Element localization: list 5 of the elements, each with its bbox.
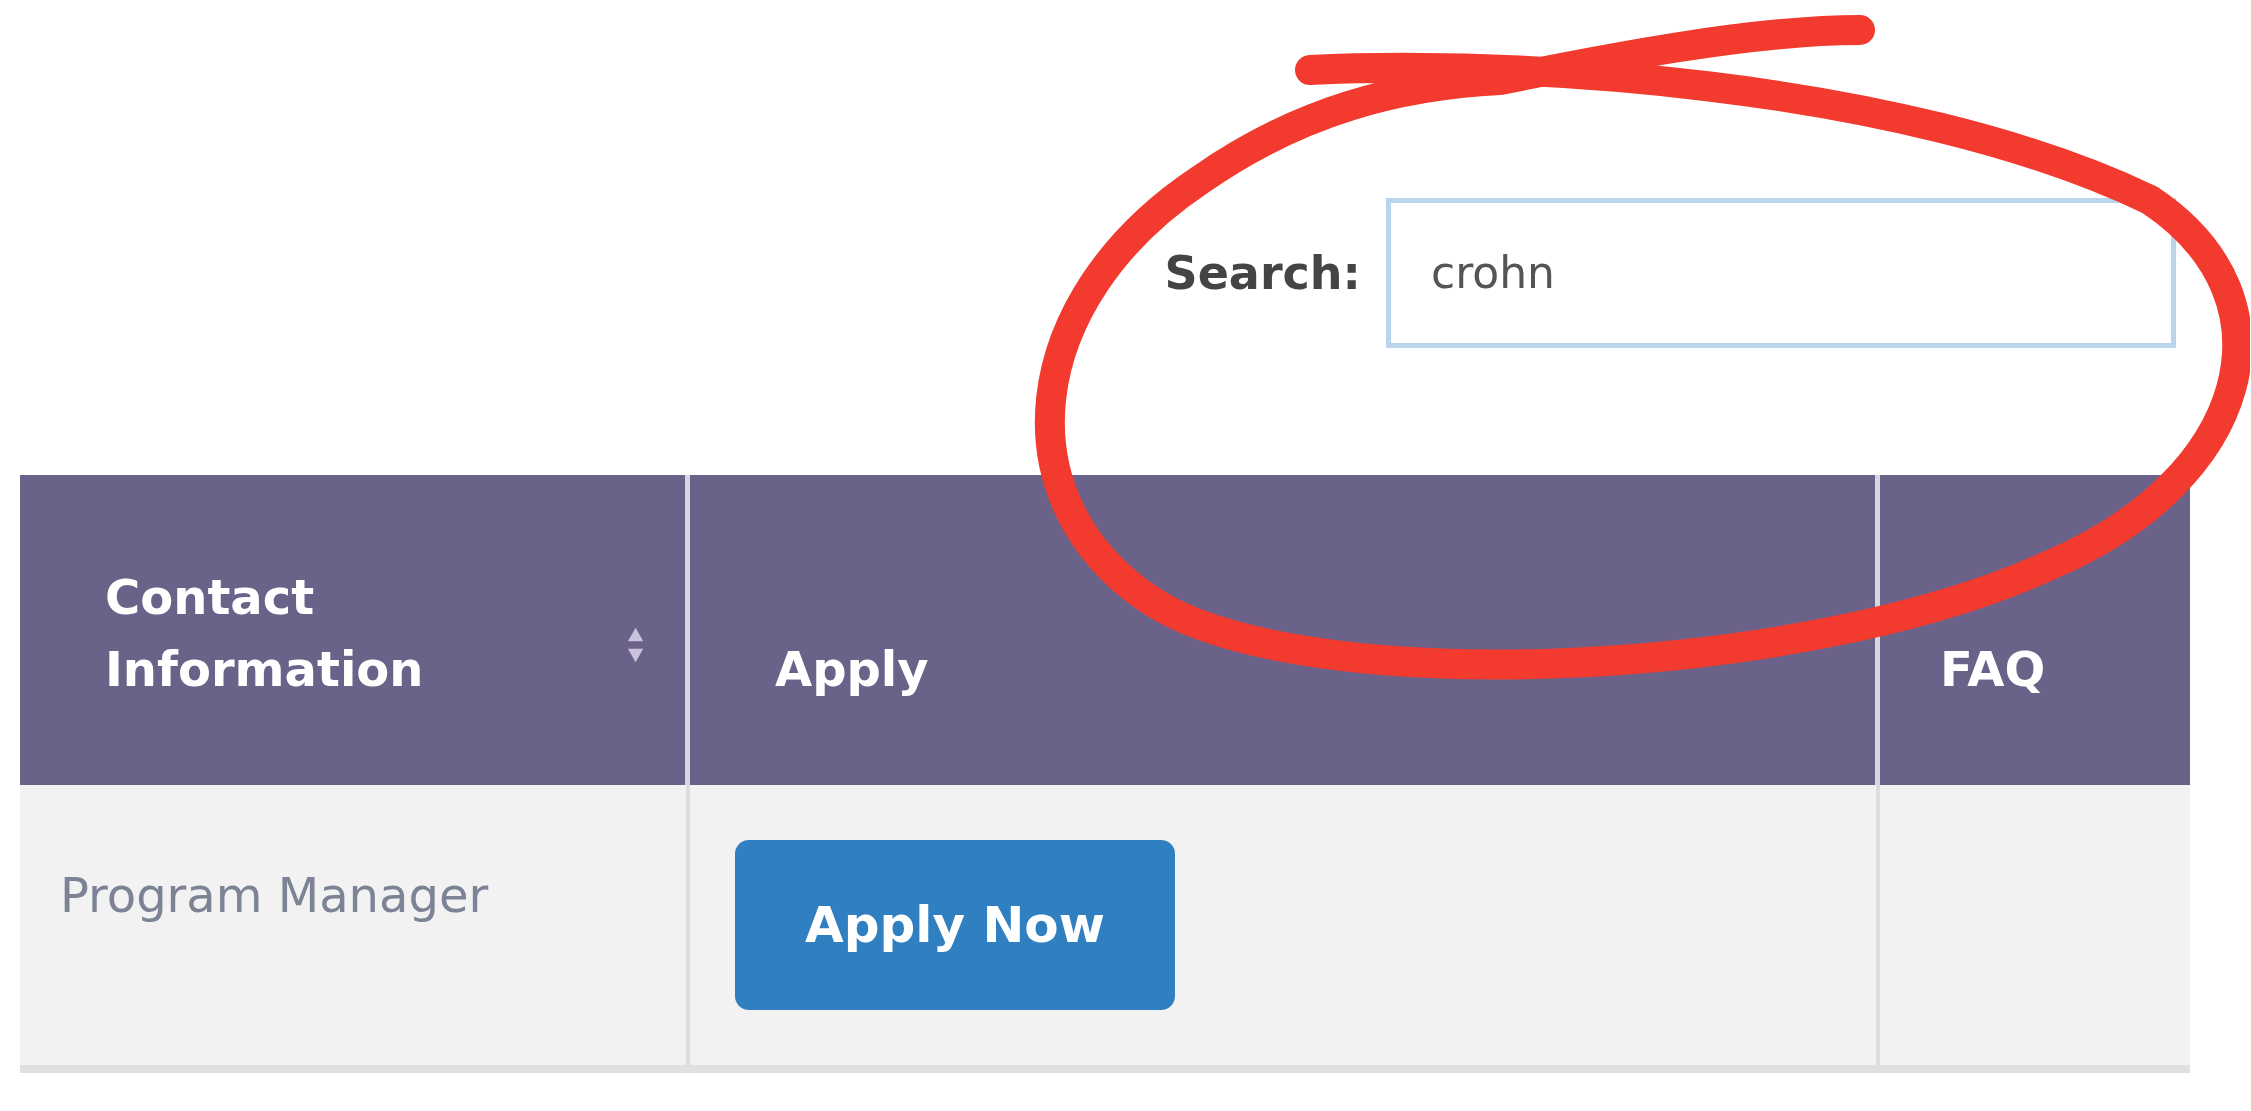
search-field[interactable]: crohn <box>1386 197 2176 348</box>
apply-now-button[interactable]: Apply Now <box>735 840 1175 1010</box>
table-cell: Program Manager <box>60 867 489 923</box>
column-header[interactable]: FAQ <box>1880 475 2190 785</box>
search-label: Search: <box>1164 245 1361 300</box>
